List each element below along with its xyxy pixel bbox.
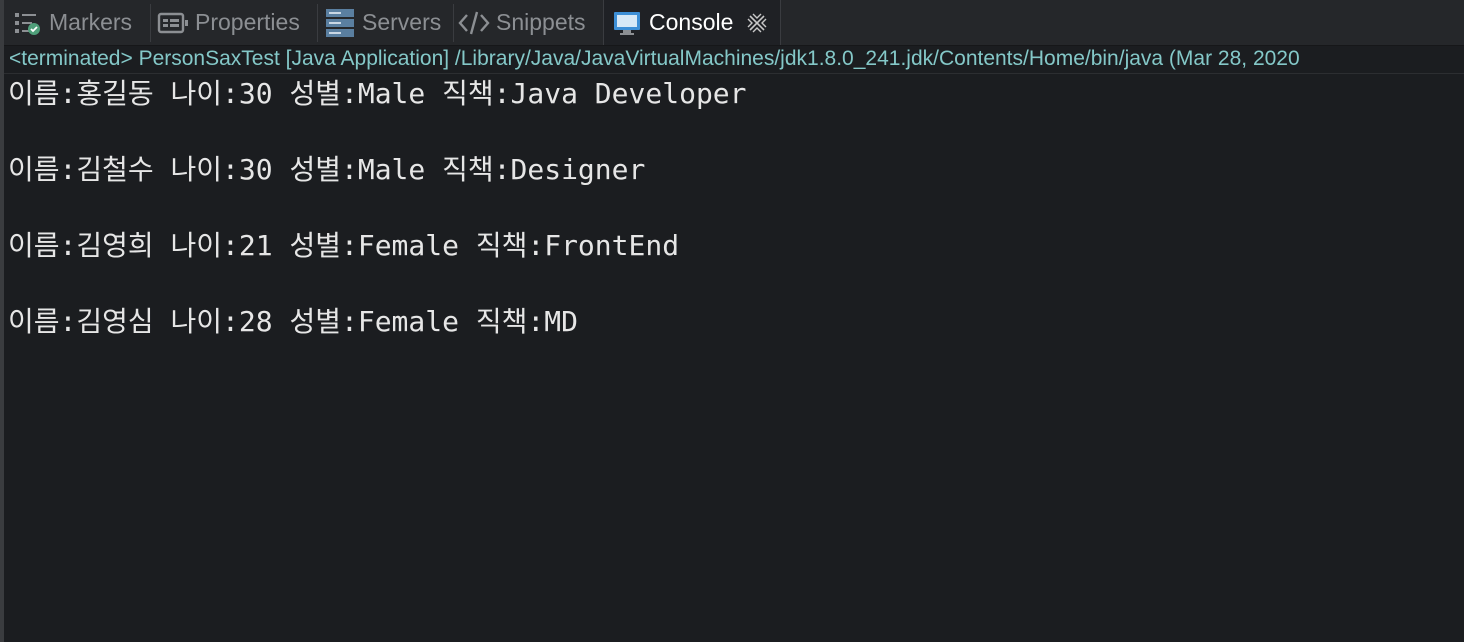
tab-label-properties: Properties	[195, 9, 300, 35]
tab-separator	[317, 4, 318, 42]
markers-icon	[10, 6, 44, 40]
tab-label-markers: Markers	[49, 9, 133, 35]
tab-label-servers: Servers	[362, 9, 442, 35]
servers-icon	[323, 6, 357, 40]
tab-separator	[453, 4, 454, 42]
tab-separator	[150, 4, 151, 42]
tab-properties[interactable]: Properties	[156, 0, 300, 45]
snippets-icon	[457, 6, 491, 40]
console-panel: Markers Properties Servers Snippets Cons…	[0, 0, 1464, 642]
output-line: 이름:김철수 나이:30 성별:Male 직책:Designer	[8, 153, 646, 186]
console-output[interactable]: 이름:홍길동 나이:30 성별:Male 직책:Java Developer 이…	[8, 74, 1458, 378]
close-icon[interactable]	[743, 9, 771, 37]
tab-servers[interactable]: Servers	[323, 0, 441, 45]
process-status-label: <terminated> PersonSaxTest [Java Applica…	[9, 47, 1300, 70]
console-icon	[610, 6, 644, 40]
output-line: 이름:김영희 나이:21 성별:Female 직책:FrontEnd	[8, 229, 680, 262]
tab-console[interactable]: Console	[603, 0, 781, 45]
tab-snippets[interactable]: Snippets	[457, 0, 586, 45]
output-line: 이름:홍길동 나이:30 성별:Male 직책:Java Developer	[8, 77, 747, 110]
tab-label-snippets: Snippets	[496, 9, 586, 35]
properties-icon	[156, 6, 190, 40]
tab-markers[interactable]: Markers	[10, 0, 132, 45]
output-line: 이름:김영심 나이:28 성별:Female 직책:MD	[8, 305, 578, 338]
view-tab-bar: Markers Properties Servers Snippets Cons…	[4, 0, 1464, 46]
tab-label-console: Console	[649, 9, 734, 35]
